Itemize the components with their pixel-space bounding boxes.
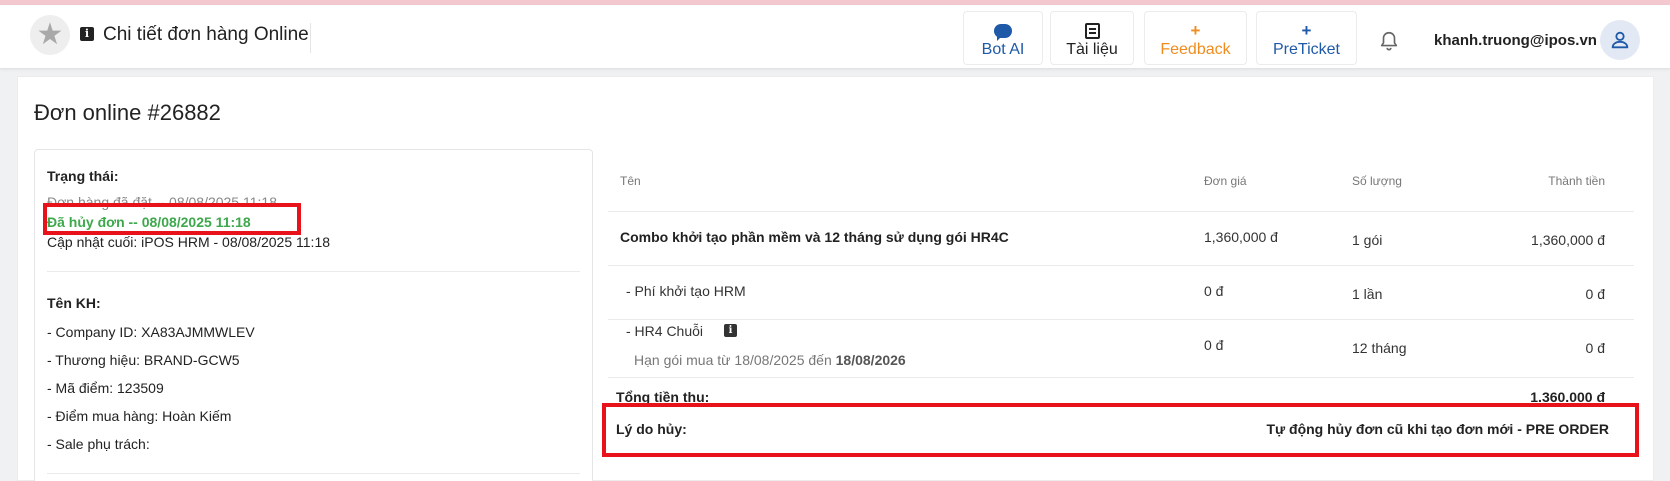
col-header-quantity: Số lượng — [1352, 174, 1402, 188]
item-validity-note: Hạn gói mua từ 18/08/2025 đến 18/08/2026 — [634, 352, 906, 368]
row-divider — [608, 319, 1634, 320]
book-icon — [1051, 21, 1133, 41]
row-divider — [608, 211, 1634, 212]
item-amount: 0 đ — [1585, 286, 1605, 302]
row-divider — [608, 377, 1634, 378]
store-location: - Điểm mua hàng: Hoàn Kiếm — [47, 408, 232, 424]
company-id: - Company ID: XA83AJMMWLEV — [47, 324, 255, 340]
bot-ai-label: Bot AI — [981, 41, 1025, 58]
store-code: - Mã điểm: 123509 — [47, 380, 164, 396]
avatar[interactable] — [1600, 20, 1640, 60]
validity-end-date: 18/08/2026 — [835, 352, 906, 368]
item-unit-price: 0 đ — [1204, 283, 1224, 299]
last-update: Cập nhật cuối: iPOS HRM - 08/08/2025 11:… — [47, 234, 331, 250]
item-name: Combo khởi tạo phần mềm và 12 tháng sử d… — [620, 229, 1009, 245]
app-header: ★ i Chi tiết đơn hàng Online Bot AI Tài … — [0, 5, 1670, 69]
item-name: - HR4 Chuỗi — [626, 323, 704, 339]
title-divider — [310, 23, 311, 53]
item-name: - Phí khởi tạo HRM — [626, 283, 746, 299]
item-amount: 1,360,000 đ — [1531, 232, 1605, 248]
item-unit-price: 1,360,000 đ — [1204, 229, 1278, 245]
order-title: Đơn online #26882 — [34, 100, 221, 125]
docs-label: Tài liệu — [1066, 41, 1118, 58]
feedback-button[interactable]: + Feedback — [1144, 11, 1247, 65]
highlight-box-status — [43, 203, 301, 235]
item-quantity: 1 gói — [1352, 232, 1383, 248]
item-amount: 0 đ — [1585, 340, 1605, 356]
brand: - Thương hiệu: BRAND-GCW5 — [47, 352, 240, 368]
docs-button[interactable]: Tài liệu — [1050, 11, 1134, 65]
bot-ai-button[interactable]: Bot AI — [963, 11, 1043, 65]
bell-icon[interactable] — [1378, 29, 1400, 53]
item-quantity: 1 lần — [1352, 286, 1383, 302]
col-header-amount: Thành tiền — [1548, 174, 1605, 188]
preticket-button[interactable]: + PreTicket — [1256, 11, 1357, 65]
info-icon: i — [80, 27, 94, 41]
chat-bubble-icon — [964, 21, 1042, 41]
col-header-name: Tên — [620, 174, 641, 188]
divider — [47, 271, 580, 272]
col-header-unit-price: Đơn giá — [1204, 174, 1247, 188]
sale-owner: - Sale phụ trách: — [47, 436, 150, 452]
order-info-card: Trạng thái: Đơn hàng đã đặt -- 08/08/202… — [34, 149, 593, 481]
page-title: Chi tiết đơn hàng Online — [103, 24, 309, 45]
status-label: Trạng thái: — [47, 168, 119, 184]
divider — [47, 473, 580, 474]
feedback-label: Feedback — [1160, 41, 1231, 58]
highlight-box-cancel-reason — [602, 403, 1639, 457]
preticket-label: PreTicket — [1273, 41, 1340, 58]
plus-icon: + — [1190, 21, 1201, 40]
customer-label: Tên KH: — [47, 295, 101, 311]
user-email[interactable]: khanh.truong@ipos.vn — [1434, 32, 1597, 49]
item-unit-price: 0 đ — [1204, 337, 1224, 353]
item-quantity: 12 tháng — [1352, 340, 1407, 356]
user-icon — [1611, 31, 1629, 49]
validity-text: Hạn gói mua từ 18/08/2025 đến — [634, 352, 836, 368]
row-divider — [608, 265, 1634, 266]
info-icon[interactable]: i — [724, 324, 737, 337]
logo-star-icon[interactable]: ★ — [30, 15, 70, 55]
plus-icon: + — [1301, 21, 1312, 40]
